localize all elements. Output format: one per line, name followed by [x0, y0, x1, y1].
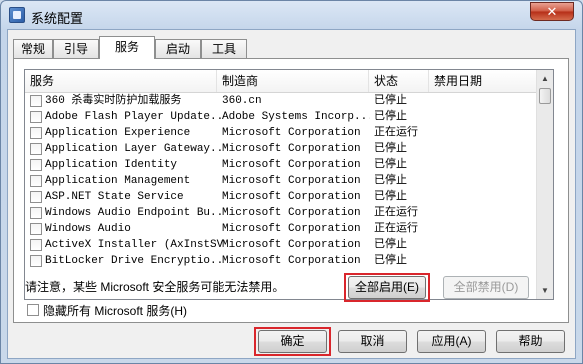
service-checkbox[interactable]	[30, 207, 42, 219]
service-disable-date	[434, 221, 534, 237]
security-note: 请注意，某些 Microsoft 安全服务可能无法禁用。	[25, 280, 285, 294]
window-title: 系统配置	[31, 11, 84, 26]
service-status: 已停止	[374, 255, 407, 267]
list-header: 服务 制造商 状态 禁用日期	[25, 70, 536, 93]
service-name: Application Management	[45, 175, 191, 187]
service-disable-date	[434, 173, 534, 189]
service-status: 已停止	[374, 95, 407, 107]
service-status: 正在运行	[374, 207, 418, 219]
service-vendor: Microsoft Corporation	[222, 159, 361, 171]
hide-microsoft-label[interactable]: 隐藏所有 Microsoft 服务(H)	[43, 302, 187, 319]
service-vendor: Microsoft Corporation	[222, 207, 361, 219]
scroll-down-icon[interactable]: ▼	[537, 282, 553, 299]
scroll-up-icon[interactable]: ▲	[537, 70, 553, 87]
tab-startup[interactable]: 启动	[155, 39, 201, 58]
service-disable-date	[434, 189, 534, 205]
service-disable-date	[434, 205, 534, 221]
service-status: 已停止	[374, 159, 407, 171]
service-checkbox[interactable]	[30, 223, 42, 235]
service-disable-date	[434, 109, 534, 125]
service-vendor: Microsoft Corporation	[222, 255, 361, 267]
column-header-disable-date[interactable]: 禁用日期	[429, 70, 536, 92]
column-header-service[interactable]: 服务	[25, 70, 217, 92]
column-header-vendor[interactable]: 制造商	[217, 70, 369, 92]
service-disable-date	[434, 141, 534, 157]
title-bar[interactable]: 系统配置 ✕	[1, 1, 582, 29]
service-vendor: Microsoft Corporation	[222, 239, 361, 251]
table-row[interactable]: Windows Audio Microsoft Corporation 正在运行	[25, 221, 536, 237]
table-row[interactable]: Application Experience Microsoft Corporat…	[25, 125, 536, 141]
table-row[interactable]: Windows Audio Endpoint Bu... Microsoft Co…	[25, 205, 536, 221]
cancel-button[interactable]: 取消	[338, 330, 407, 353]
enable-all-highlight	[344, 273, 430, 302]
service-checkbox[interactable]	[30, 175, 42, 187]
hide-microsoft-checkbox[interactable]	[27, 304, 39, 316]
ok-highlight	[254, 327, 331, 356]
service-vendor: Microsoft Corporation	[222, 191, 361, 203]
table-row[interactable]: BitLocker Drive Encryptio... Microsoft Co…	[25, 253, 536, 269]
table-row[interactable]: 360 杀毒实时防护加载服务 360.cn 已停止	[25, 93, 536, 109]
service-vendor: Microsoft Corporation	[222, 175, 361, 187]
service-status: 已停止	[374, 191, 407, 203]
service-disable-date	[434, 157, 534, 173]
service-status: 正在运行	[374, 127, 418, 139]
table-row[interactable]: Adobe Flash Player Update... Adobe System…	[25, 109, 536, 125]
services-list[interactable]: 服务 制造商 状态 禁用日期 360 杀毒实时防护加载服务 360.cn 已停止 Ad…	[24, 69, 554, 300]
table-row[interactable]: Application Management Microsoft Corporat…	[25, 173, 536, 189]
service-status: 已停止	[374, 175, 407, 187]
service-disable-date	[434, 93, 534, 109]
service-disable-date	[434, 125, 534, 141]
system-config-window: 系统配置 ✕ 常规 引导 服务 启动 工具 服务 制造商 状态 禁用日期 360…	[0, 0, 583, 364]
service-checkbox[interactable]	[30, 255, 42, 267]
service-name: 360 杀毒实时防护加载服务	[45, 95, 182, 107]
service-vendor: Adobe Systems Incorp...	[222, 111, 370, 123]
service-checkbox[interactable]	[30, 111, 42, 123]
table-row[interactable]: Application Identity Microsoft Corporatio…	[25, 157, 536, 173]
service-status: 已停止	[374, 111, 407, 123]
column-header-status[interactable]: 状态	[369, 70, 429, 92]
service-checkbox[interactable]	[30, 127, 42, 139]
close-button[interactable]: ✕	[530, 2, 574, 21]
apply-button[interactable]: 应用(A)	[417, 330, 486, 353]
disable-all-button[interactable]: 全部禁用(D)	[443, 276, 529, 299]
service-name: ActiveX Installer (AxInstSV)	[45, 239, 225, 251]
scroll-thumb[interactable]	[539, 88, 551, 104]
tab-general[interactable]: 常规	[13, 39, 53, 58]
tab-tools[interactable]: 工具	[201, 39, 247, 58]
service-name: ASP.NET State Service	[45, 191, 184, 203]
service-name: Adobe Flash Player Update...	[45, 111, 225, 123]
service-name: Application Experience	[45, 127, 191, 139]
dialog-body: 常规 引导 服务 启动 工具 服务 制造商 状态 禁用日期 360 杀毒实时防护…	[7, 29, 576, 359]
help-button[interactable]: 帮助	[496, 330, 565, 353]
service-vendor: Microsoft Corporation	[222, 223, 361, 235]
table-row[interactable]: ASP.NET State Service Microsoft Corporati…	[25, 189, 536, 205]
service-status: 已停止	[374, 239, 407, 251]
service-name: Windows Audio Endpoint Bu...	[45, 207, 225, 219]
service-name: BitLocker Drive Encryptio...	[45, 255, 225, 267]
service-name: Windows Audio	[45, 223, 131, 235]
service-checkbox[interactable]	[30, 159, 42, 171]
service-checkbox[interactable]	[30, 95, 42, 107]
service-status: 已停止	[374, 143, 407, 155]
service-checkbox[interactable]	[30, 143, 42, 155]
service-checkbox[interactable]	[30, 239, 42, 251]
service-disable-date	[434, 253, 534, 269]
service-vendor: Microsoft Corporation	[222, 143, 361, 155]
app-icon	[9, 7, 25, 23]
service-name: Application Identity	[45, 159, 178, 171]
table-row[interactable]: ActiveX Installer (AxInstSV) Microsoft Co…	[25, 237, 536, 253]
tab-services[interactable]: 服务	[99, 36, 155, 59]
service-vendor: Microsoft Corporation	[222, 127, 361, 139]
service-disable-date	[434, 237, 534, 253]
vertical-scrollbar[interactable]: ▲ ▼	[536, 70, 553, 299]
service-vendor: 360.cn	[222, 95, 262, 107]
table-row[interactable]: Application Layer Gateway... Microsoft Co…	[25, 141, 536, 157]
service-checkbox[interactable]	[30, 191, 42, 203]
service-status: 正在运行	[374, 223, 418, 235]
tab-boot[interactable]: 引导	[53, 39, 99, 58]
service-name: Application Layer Gateway...	[45, 143, 225, 155]
